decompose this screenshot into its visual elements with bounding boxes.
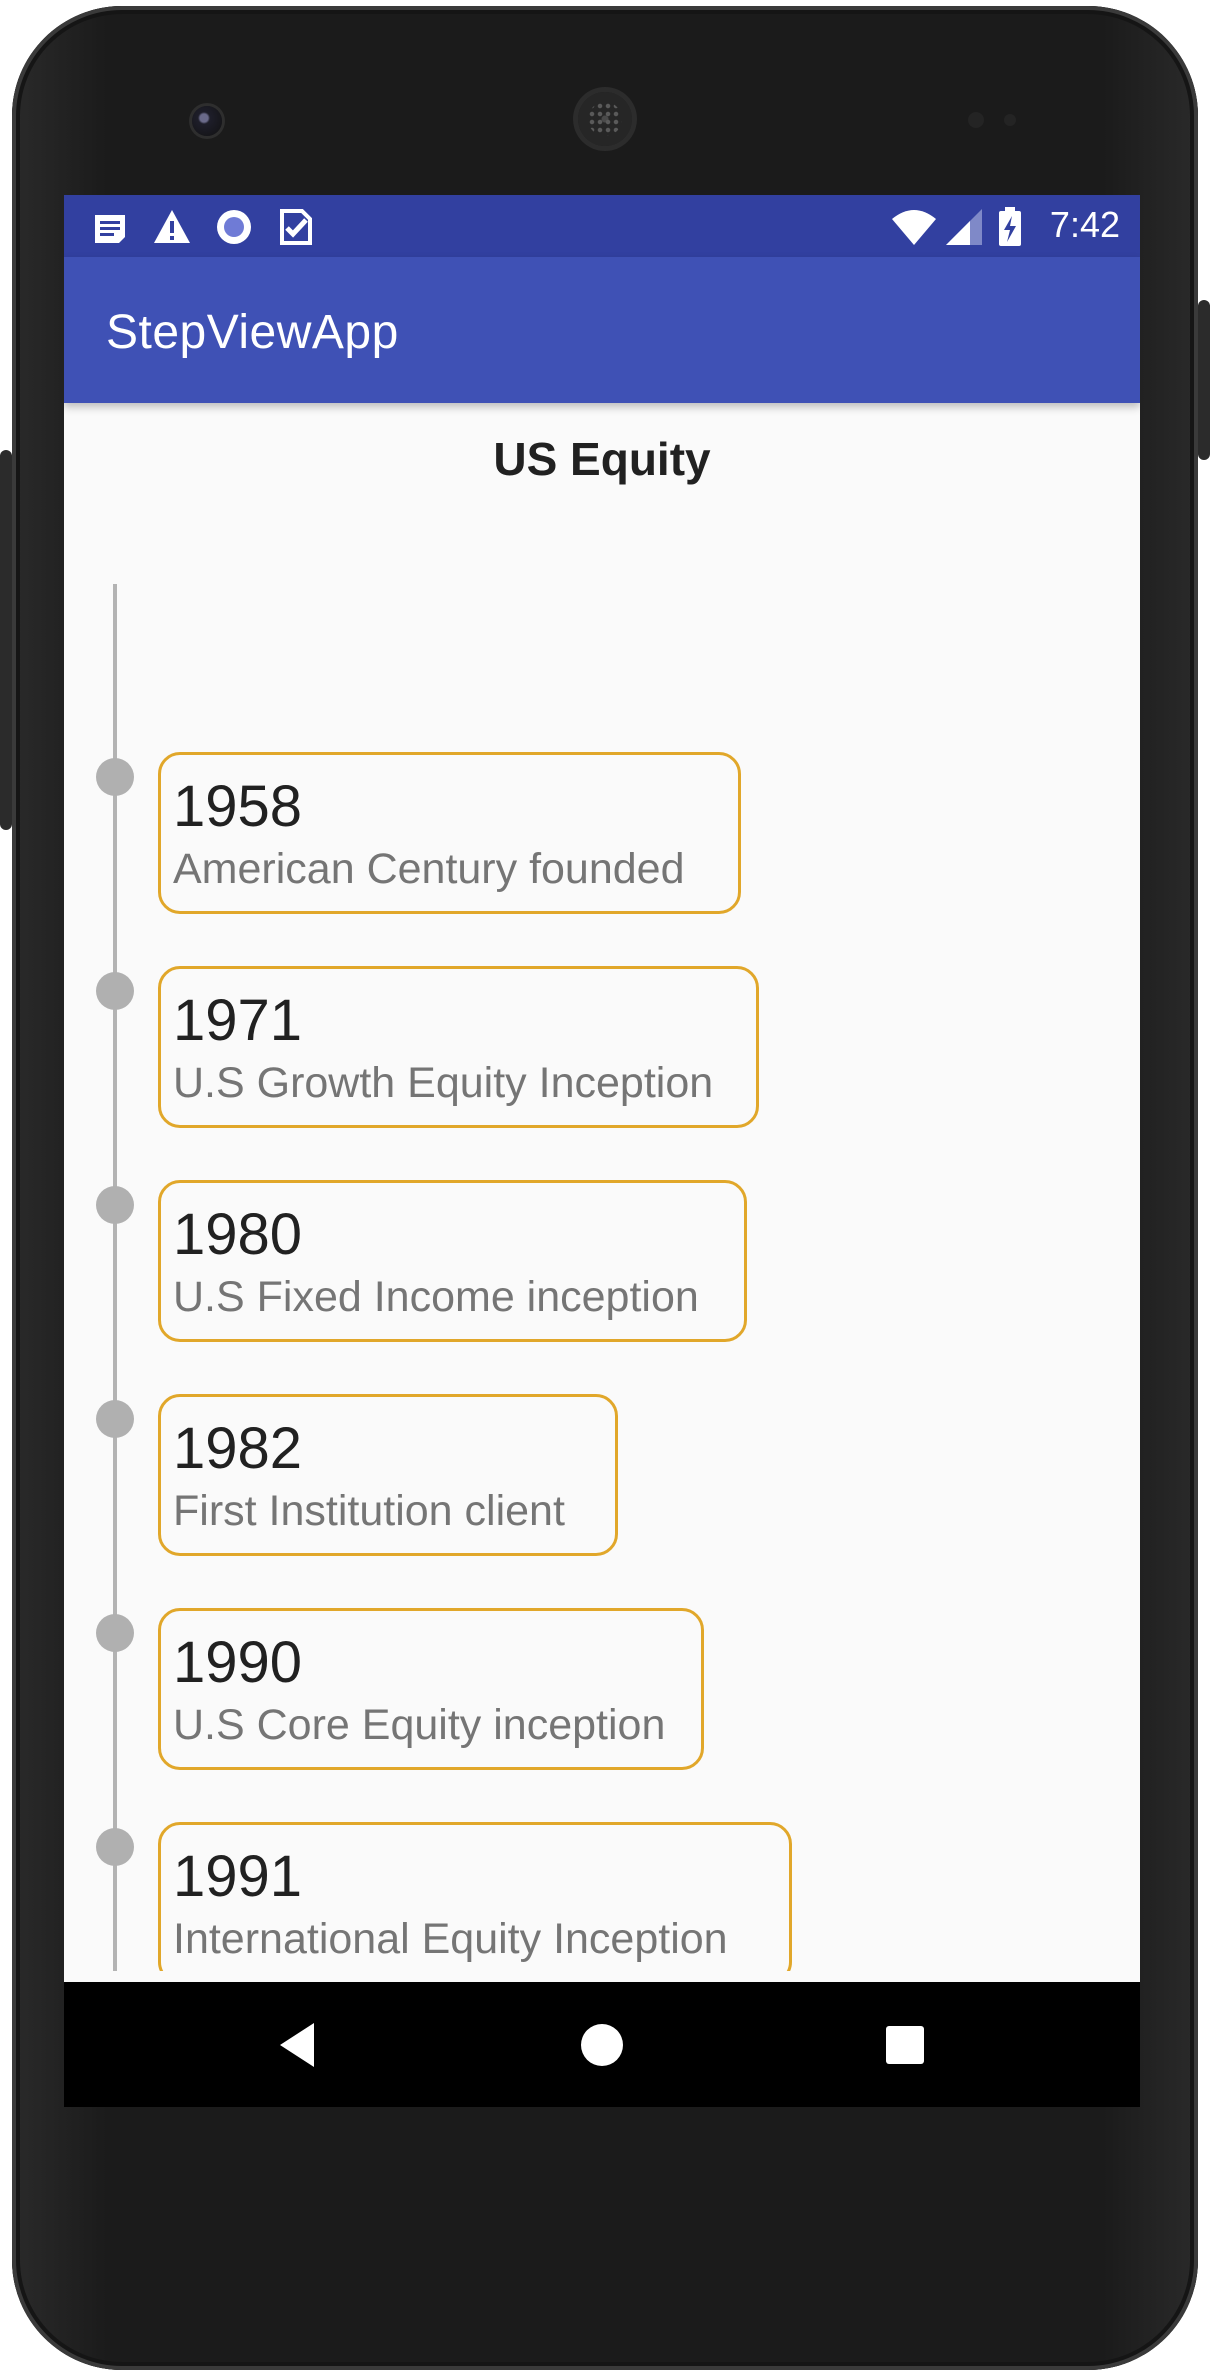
app-bar: StepViewApp [64,257,1140,403]
step-card[interactable]: 1991 International Equity Inception [158,1822,792,1971]
earpiece-speaker [578,92,632,146]
step-description: American Century founded [173,845,685,893]
step-indicator-dot [96,1614,134,1652]
step-description: International Equity Inception [173,1915,728,1963]
step-item[interactable]: 1971 U.S Growth Equity Inception [64,966,1140,1142]
status-clock: 7:42 [1049,204,1120,245]
step-item[interactable]: 1990 U.S Core Equity inception [64,1608,1140,1784]
recents-icon[interactable] [870,2010,940,2080]
battery-charging-icon [999,207,1021,246]
step-item[interactable]: 1982 First Institution client [64,1394,1140,1570]
volume-button [0,450,12,830]
status-bar: 7:42 [64,195,1140,257]
notification-list-icon [95,215,125,243]
step-indicator-dot [96,758,134,796]
step-description: U.S Core Equity inception [173,1701,666,1749]
step-year: 1982 [173,1416,303,1481]
step-view-content[interactable]: US Equity 1958 American Century founded … [64,403,1140,1971]
step-item[interactable]: 1991 International Equity Inception [64,1822,1140,1971]
step-year: 1958 [173,774,303,839]
step-description: First Institution client [173,1487,565,1535]
task-check-icon [280,209,312,245]
power-button [1198,300,1210,460]
cell-signal-icon [946,209,982,245]
step-year: 1991 [173,1844,303,1909]
step-card[interactable]: 1958 American Century founded [158,752,741,914]
warning-icon [154,210,190,243]
step-year: 1971 [173,988,303,1053]
front-camera [192,106,222,136]
record-icon [217,210,251,244]
app-title: StepViewApp [106,306,399,359]
step-year: 1990 [173,1630,303,1695]
step-indicator-dot [96,972,134,1010]
step-card[interactable]: 1971 U.S Growth Equity Inception [158,966,759,1128]
proximity-sensor [968,112,984,128]
step-description: U.S Growth Equity Inception [173,1059,714,1107]
home-icon[interactable] [567,2010,637,2080]
step-year: 1980 [173,1202,303,1267]
page-heading: US Equity [493,433,711,485]
screen: 7:42 StepViewApp US Equity 1958 American… [64,195,1140,2107]
light-sensor [1004,114,1016,126]
back-icon[interactable] [264,2010,334,2080]
step-indicator-dot [96,1186,134,1224]
step-indicator-dot [96,1828,134,1866]
step-item[interactable]: 1980 U.S Fixed Income inception [64,1180,1140,1356]
step-item[interactable]: 1958 American Century founded [64,752,1140,928]
step-card[interactable]: 1980 U.S Fixed Income inception [158,1180,747,1342]
step-card[interactable]: 1982 First Institution client [158,1394,618,1556]
step-indicator-dot [96,1400,134,1438]
wifi-icon [892,210,936,245]
step-description: U.S Fixed Income inception [173,1273,699,1321]
navigation-bar [64,1982,1140,2107]
step-card[interactable]: 1990 U.S Core Equity inception [158,1608,704,1770]
